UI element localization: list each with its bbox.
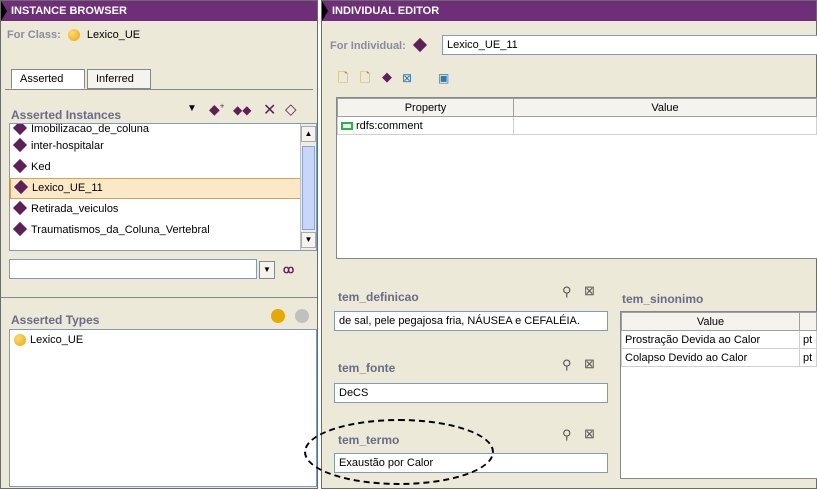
individual-editor-title-text: INDIVIDUAL EDITOR xyxy=(332,5,440,17)
tab-inferred-label: Inferred xyxy=(96,73,134,85)
instance-label: inter-hospitalar xyxy=(31,140,104,152)
list-item[interactable]: Traumatismos_da_Coluna_Vertebral xyxy=(10,220,316,241)
tab-asserted[interactable]: Asserted xyxy=(11,69,85,89)
individual-name-field[interactable]: Lexico_UE_11 xyxy=(442,35,817,55)
instance-icon xyxy=(12,124,28,136)
value-cell[interactable] xyxy=(513,116,817,135)
create-instance-icon[interactable]: ◆+ xyxy=(209,101,224,118)
new-document-icon[interactable]: 🗋 xyxy=(338,69,348,91)
for-class-label: For Class: xyxy=(7,29,61,41)
annotation-property-icon xyxy=(341,121,353,130)
instance-icon xyxy=(12,222,28,237)
property-cell: rdfs:comment xyxy=(337,116,514,135)
search-dropdown-button[interactable]: ▼ xyxy=(259,261,275,279)
list-item[interactable]: Imobilizacao_de_coluna xyxy=(10,124,316,136)
for-individual-label: For Individual: xyxy=(330,40,406,52)
sinonimo-lang-header[interactable] xyxy=(799,312,817,331)
value-column-header[interactable]: Value xyxy=(513,98,817,117)
class-icon xyxy=(14,334,26,347)
delete-icon[interactable]: ⊠ xyxy=(584,356,595,372)
remove-type-icon[interactable] xyxy=(295,309,309,323)
search-icon[interactable]: ⚲ xyxy=(562,427,572,443)
list-item-selected[interactable]: Lexico_UE_11 xyxy=(10,178,316,199)
list-item[interactable]: Lexico_UE xyxy=(10,330,316,351)
scroll-up-icon[interactable]: ▲ xyxy=(301,126,316,142)
tem-fonte-field[interactable]: DeCS xyxy=(334,383,608,403)
search-icon[interactable]: ⚲ xyxy=(562,357,572,373)
scroll-thumb[interactable] xyxy=(302,146,315,230)
instance-browser-title-text: INSTANCE BROWSER xyxy=(11,5,127,17)
search-icon[interactable]: ⚲ xyxy=(562,284,572,300)
sinonimo-value-cell[interactable]: Prostração Devida ao Calor xyxy=(621,330,800,349)
list-item[interactable]: Retirada_veiculos xyxy=(10,199,316,220)
scroll-down-icon[interactable]: ▼ xyxy=(301,232,316,248)
instance-label: Imobilizacao_de_coluna xyxy=(31,123,150,135)
property-column-header[interactable]: Property xyxy=(337,98,514,117)
asserted-types-label: Asserted Types xyxy=(11,313,100,327)
table-row[interactable]: Colapso Devido ao Calor pt xyxy=(621,348,817,367)
list-item[interactable]: inter-hospitalar xyxy=(10,136,316,157)
instance-label: Traumatismos_da_Coluna_Vertebral xyxy=(31,224,210,236)
types-list[interactable]: Lexico_UE xyxy=(9,329,317,487)
tem-sinonimo-table[interactable]: Value Prostração Devida ao Calor pt Cola… xyxy=(620,311,817,479)
instance-icon xyxy=(12,159,28,174)
instance-label: Ked xyxy=(31,161,51,173)
individual-editor-title: INDIVIDUAL EDITOR xyxy=(322,1,816,21)
instances-scrollbar[interactable]: ▲ ▼ xyxy=(300,124,316,250)
instance-label: Lexico_UE_11 xyxy=(32,182,103,194)
add-type-icon[interactable] xyxy=(271,309,285,323)
instance-search-input[interactable] xyxy=(9,259,257,279)
tabs-baseline xyxy=(5,89,313,90)
tem-sinonimo-label: tem_sinonimo xyxy=(622,292,704,306)
tem-definicao-field[interactable]: de sal, pele pegajosa fria, NÁUSEA e CEF… xyxy=(334,311,608,331)
for-class-value: Lexico_UE xyxy=(86,29,141,41)
sinonimo-value-cell[interactable]: Colapso Devido ao Calor xyxy=(621,348,800,367)
sinonimo-grid: Value Prostração Devida ao Calor pt Cola… xyxy=(621,312,817,367)
instance-icon xyxy=(12,201,28,216)
tem-definicao-label: tem_definicao xyxy=(338,290,419,304)
for-individual-row: For Individual: xyxy=(330,36,431,56)
for-class-row: For Class: Lexico_UE xyxy=(7,25,140,45)
duplicate-instance-icon[interactable]: ◆◆ xyxy=(233,103,251,117)
property-name: rdfs:comment xyxy=(356,119,423,132)
delete-instance-icon[interactable]: ✕ xyxy=(263,100,276,120)
add-value-icon[interactable]: ◆ xyxy=(382,69,392,85)
table-row[interactable]: rdfs:comment xyxy=(337,116,817,135)
type-label: Lexico_UE xyxy=(30,334,84,346)
panel-notch-icon xyxy=(322,1,328,21)
tem-fonte-label: tem_fonte xyxy=(338,361,396,375)
sinonimo-value-header[interactable]: Value xyxy=(621,312,800,331)
tab-asserted-label: Asserted xyxy=(20,73,64,85)
property-table[interactable]: Property Value rdfs:comment xyxy=(336,97,817,259)
highlight-ellipse xyxy=(304,419,494,485)
tab-inferred[interactable]: Inferred xyxy=(87,69,151,89)
binoculars-icon[interactable]: ꝏ xyxy=(283,263,294,276)
delete-value-icon[interactable]: ⊠ xyxy=(402,71,412,85)
list-item[interactable]: Ked xyxy=(10,157,316,178)
panel-divider xyxy=(1,297,317,298)
instance-icon xyxy=(12,138,28,153)
panel-notch-icon xyxy=(1,1,7,21)
annotate-icon[interactable]: 🗋 xyxy=(360,69,370,91)
sinonimo-lang-cell[interactable]: pt xyxy=(799,348,817,367)
instance-label: Retirada_veiculos xyxy=(31,203,119,215)
table-row[interactable]: Prostração Devida ao Calor pt xyxy=(621,330,817,349)
dropdown-arrow-icon[interactable]: ▼ xyxy=(187,103,197,114)
instance-browser-title: INSTANCE BROWSER xyxy=(1,1,317,21)
panel-layout-icon[interactable]: ▣ xyxy=(438,71,449,85)
instance-browser-panel: INSTANCE BROWSER For Class: Lexico_UE As… xyxy=(0,0,318,489)
instance-icon xyxy=(13,180,29,195)
sinonimo-lang-cell[interactable]: pt xyxy=(799,330,817,349)
delete-icon[interactable]: ⊠ xyxy=(584,283,595,299)
delete-icon[interactable]: ⊠ xyxy=(584,426,595,442)
property-grid: Property Value rdfs:comment xyxy=(337,98,817,135)
asserted-instances-label: Asserted Instances xyxy=(11,108,122,122)
individual-icon xyxy=(412,38,427,53)
edit-instance-icon[interactable]: ◇ xyxy=(285,100,297,118)
individual-editor-panel: INDIVIDUAL EDITOR For Individual: Lexico… xyxy=(304,0,817,489)
class-icon xyxy=(67,29,80,42)
instances-list[interactable]: Imobilizacao_de_coluna inter-hospitalar … xyxy=(9,123,317,251)
